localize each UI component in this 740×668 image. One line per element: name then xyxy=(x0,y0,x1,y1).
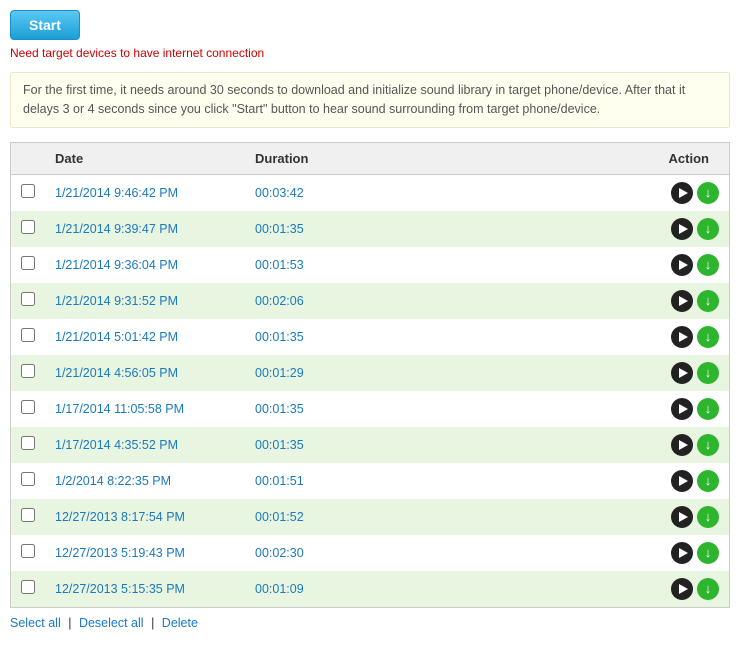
row-action xyxy=(405,211,730,247)
table-row: 1/21/2014 4:56:05 PM00:01:29 xyxy=(11,355,730,391)
row-action xyxy=(405,283,730,319)
row-action xyxy=(405,463,730,499)
table-row: 1/21/2014 9:39:47 PM00:01:35 xyxy=(11,211,730,247)
header-action: Action xyxy=(405,142,730,174)
row-date: 1/21/2014 9:36:04 PM xyxy=(45,247,245,283)
play-button[interactable] xyxy=(671,398,693,420)
row-checkbox[interactable] xyxy=(21,364,35,378)
play-button[interactable] xyxy=(671,362,693,384)
row-date: 12/27/2013 5:15:35 PM xyxy=(45,571,245,608)
table-header-row: Date Duration Action xyxy=(11,142,730,174)
table-row: 1/21/2014 5:01:42 PM00:01:35 xyxy=(11,319,730,355)
row-date: 1/2/2014 8:22:35 PM xyxy=(45,463,245,499)
download-button[interactable] xyxy=(697,362,719,384)
download-button[interactable] xyxy=(697,182,719,204)
row-action xyxy=(405,535,730,571)
download-button[interactable] xyxy=(697,506,719,528)
header-duration: Duration xyxy=(245,142,405,174)
row-action xyxy=(405,319,730,355)
row-action xyxy=(405,391,730,427)
download-button[interactable] xyxy=(697,470,719,492)
sep2: | xyxy=(151,616,154,630)
row-checkbox[interactable] xyxy=(21,292,35,306)
row-date: 1/21/2014 9:46:42 PM xyxy=(45,174,245,211)
delete-link[interactable]: Delete xyxy=(162,616,198,630)
table-row: 12/27/2013 5:19:43 PM00:02:30 xyxy=(11,535,730,571)
row-action xyxy=(405,571,730,608)
row-date: 1/21/2014 9:31:52 PM xyxy=(45,283,245,319)
table-row: 12/27/2013 5:15:35 PM00:01:09 xyxy=(11,571,730,608)
row-checkbox[interactable] xyxy=(21,220,35,234)
select-all-link[interactable]: Select all xyxy=(10,616,61,630)
download-button[interactable] xyxy=(697,326,719,348)
row-duration: 00:02:06 xyxy=(245,283,405,319)
row-duration: 00:03:42 xyxy=(245,174,405,211)
row-checkbox[interactable] xyxy=(21,508,35,522)
recordings-table: Date Duration Action 1/21/2014 9:46:42 P… xyxy=(10,142,730,608)
download-button[interactable] xyxy=(697,578,719,600)
table-row: 12/27/2013 8:17:54 PM00:01:52 xyxy=(11,499,730,535)
row-checkbox[interactable] xyxy=(21,544,35,558)
row-checkbox[interactable] xyxy=(21,472,35,486)
row-date: 12/27/2013 8:17:54 PM xyxy=(45,499,245,535)
sep1: | xyxy=(68,616,71,630)
row-checkbox[interactable] xyxy=(21,256,35,270)
row-checkbox[interactable] xyxy=(21,328,35,342)
download-button[interactable] xyxy=(697,542,719,564)
row-action xyxy=(405,499,730,535)
row-duration: 00:01:52 xyxy=(245,499,405,535)
play-button[interactable] xyxy=(671,254,693,276)
play-button[interactable] xyxy=(671,506,693,528)
row-duration: 00:01:51 xyxy=(245,463,405,499)
play-button[interactable] xyxy=(671,182,693,204)
row-date: 12/27/2013 5:19:43 PM xyxy=(45,535,245,571)
info-box: For the first time, it needs around 30 s… xyxy=(10,72,730,128)
play-button[interactable] xyxy=(671,434,693,456)
row-duration: 00:01:09 xyxy=(245,571,405,608)
row-date: 1/17/2014 11:05:58 PM xyxy=(45,391,245,427)
table-row: 1/17/2014 11:05:58 PM00:01:35 xyxy=(11,391,730,427)
download-button[interactable] xyxy=(697,218,719,240)
row-action xyxy=(405,427,730,463)
row-action xyxy=(405,247,730,283)
header-checkbox-cell xyxy=(11,142,46,174)
download-button[interactable] xyxy=(697,398,719,420)
table-row: 1/21/2014 9:36:04 PM00:01:53 xyxy=(11,247,730,283)
row-duration: 00:01:35 xyxy=(245,427,405,463)
play-button[interactable] xyxy=(671,290,693,312)
row-duration: 00:01:35 xyxy=(245,391,405,427)
start-button[interactable]: Start xyxy=(10,10,80,40)
row-action xyxy=(405,174,730,211)
row-checkbox[interactable] xyxy=(21,436,35,450)
row-duration: 00:01:53 xyxy=(245,247,405,283)
header-date: Date xyxy=(45,142,245,174)
row-date: 1/21/2014 9:39:47 PM xyxy=(45,211,245,247)
row-checkbox[interactable] xyxy=(21,184,35,198)
row-checkbox[interactable] xyxy=(21,400,35,414)
download-button[interactable] xyxy=(697,290,719,312)
row-action xyxy=(405,355,730,391)
play-button[interactable] xyxy=(671,218,693,240)
download-button[interactable] xyxy=(697,434,719,456)
row-duration: 00:01:29 xyxy=(245,355,405,391)
table-row: 1/2/2014 8:22:35 PM00:01:51 xyxy=(11,463,730,499)
play-button[interactable] xyxy=(671,578,693,600)
row-duration: 00:01:35 xyxy=(245,319,405,355)
play-button[interactable] xyxy=(671,326,693,348)
row-checkbox[interactable] xyxy=(21,580,35,594)
footer-links: Select all | Deselect all | Delete xyxy=(10,616,730,630)
table-row: 1/21/2014 9:31:52 PM00:02:06 xyxy=(11,283,730,319)
play-button[interactable] xyxy=(671,542,693,564)
warning-text: Need target devices to have internet con… xyxy=(10,46,730,60)
download-button[interactable] xyxy=(697,254,719,276)
row-date: 1/21/2014 5:01:42 PM xyxy=(45,319,245,355)
play-button[interactable] xyxy=(671,470,693,492)
row-duration: 00:02:30 xyxy=(245,535,405,571)
deselect-all-link[interactable]: Deselect all xyxy=(79,616,144,630)
row-date: 1/21/2014 4:56:05 PM xyxy=(45,355,245,391)
row-date: 1/17/2014 4:35:52 PM xyxy=(45,427,245,463)
row-duration: 00:01:35 xyxy=(245,211,405,247)
table-row: 1/17/2014 4:35:52 PM00:01:35 xyxy=(11,427,730,463)
table-row: 1/21/2014 9:46:42 PM00:03:42 xyxy=(11,174,730,211)
